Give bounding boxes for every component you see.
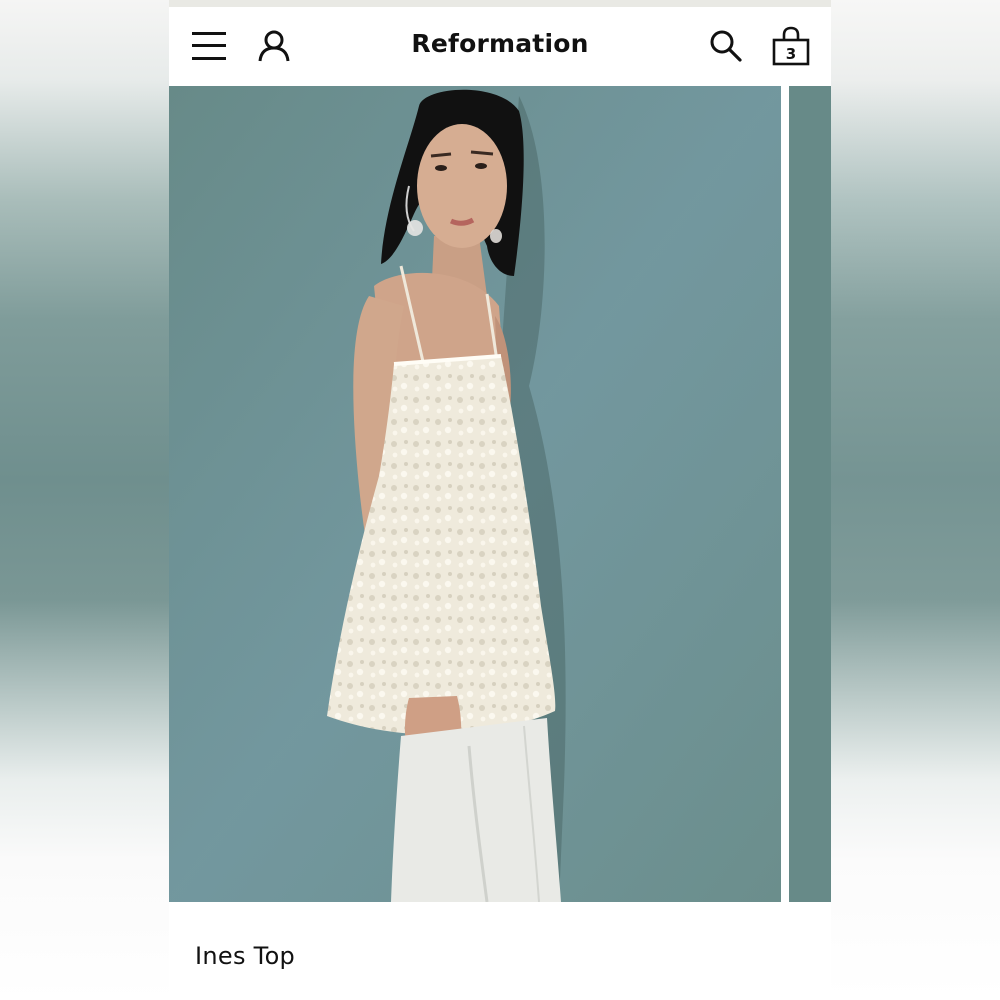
next-product-image-peek[interactable] (789, 86, 831, 902)
background-blur-right (831, 0, 1000, 1000)
bag-count: 3 (786, 45, 796, 63)
bag-icon[interactable]: 3 (771, 26, 811, 66)
site-header: Reformation 3 (169, 7, 831, 85)
phone-screen: Reformation 3 Ines Top (169, 0, 831, 1000)
product-image[interactable] (169, 86, 781, 902)
search-icon[interactable] (709, 29, 743, 63)
product-gallery[interactable] (169, 86, 831, 902)
status-strip (169, 0, 831, 7)
product-title[interactable]: Ines Top (195, 942, 295, 970)
model-photo (169, 86, 781, 902)
